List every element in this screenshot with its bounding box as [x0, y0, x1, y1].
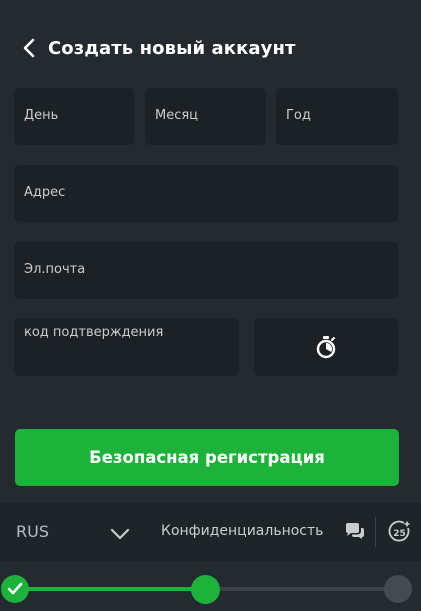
language-label: RUS — [16, 522, 49, 541]
address-field[interactable]: Адрес — [14, 165, 398, 222]
footer: RUS Конфиденциальность 25 — [0, 503, 421, 561]
chat-bubbles-icon — [346, 523, 364, 539]
footer-divider — [375, 517, 376, 547]
verification-code-field[interactable]: код подтверждения — [14, 318, 239, 376]
header: Создать новый аккаунт — [0, 0, 421, 96]
progress-fill — [10, 587, 205, 591]
month-field[interactable]: Месяц — [145, 88, 266, 145]
email-field[interactable]: Эл.почта — [14, 242, 398, 299]
checkmark-icon — [7, 582, 23, 595]
email-label: Эл.почта — [24, 262, 86, 277]
registration-progress — [0, 561, 421, 611]
back-button[interactable] — [18, 34, 40, 62]
step-upcoming — [384, 575, 412, 603]
stopwatch-icon — [316, 336, 336, 359]
chevron-down-icon — [110, 528, 130, 540]
chevron-left-icon — [23, 38, 35, 58]
verification-code-label: код подтверждения — [24, 325, 164, 340]
privacy-link[interactable]: Конфиденциальность — [161, 523, 323, 539]
address-label: Адрес — [24, 185, 66, 200]
age-limit-icon: 25 — [388, 520, 410, 542]
secure-registration-button[interactable]: Безопасная регистрация — [15, 429, 399, 486]
support-chat-button[interactable] — [344, 522, 366, 546]
resend-code-timer-button[interactable] — [254, 318, 398, 376]
step-current — [191, 575, 220, 604]
page-title: Создать новый аккаунт — [48, 37, 296, 59]
age-badge-text: 25 — [393, 529, 406, 539]
year-label: Год — [286, 108, 311, 123]
month-label: Месяц — [155, 108, 199, 123]
age-restriction-badge: 25 — [388, 520, 412, 548]
language-dropdown-toggle[interactable] — [110, 525, 130, 544]
day-label: День — [24, 108, 59, 123]
step-completed — [1, 575, 29, 603]
day-field[interactable]: День — [14, 88, 134, 145]
year-field[interactable]: Год — [276, 88, 398, 145]
